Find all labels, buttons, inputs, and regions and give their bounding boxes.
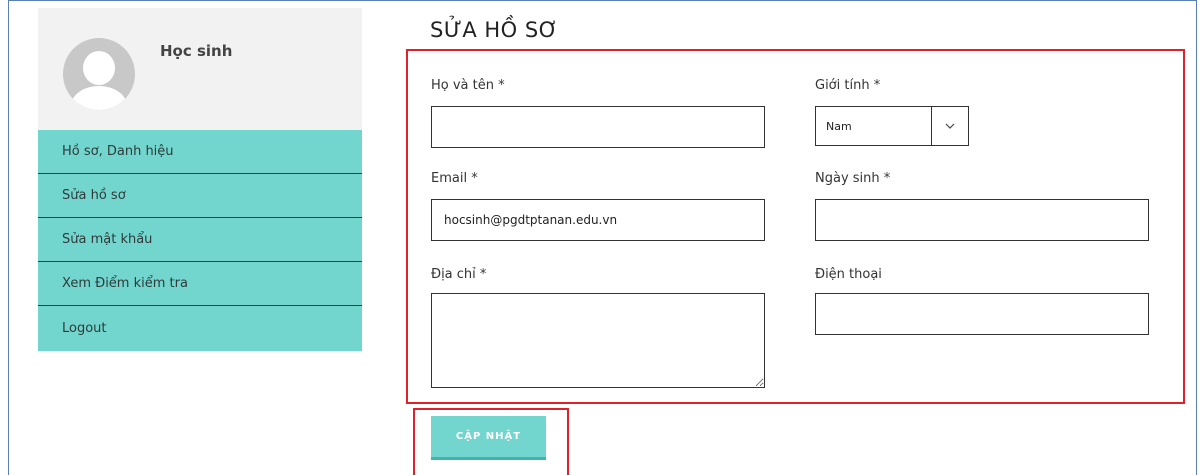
phone-input[interactable] (815, 293, 1149, 335)
chevron-down-icon[interactable] (931, 107, 968, 145)
update-button[interactable]: CẬP NHẬT (431, 416, 546, 460)
birthday-input[interactable] (815, 199, 1149, 241)
gender-selected-value: Nam (826, 119, 852, 133)
sidebar-item-profile-titles[interactable]: Hồ sơ, Danh hiệu (38, 130, 362, 174)
sidebar-item-view-scores[interactable]: Xem Điểm kiểm tra (38, 262, 362, 306)
user-role-name: Học sinh (160, 42, 233, 60)
address-label: Địa chỉ * (431, 267, 487, 282)
sidebar-item-change-password[interactable]: Sửa mật khẩu (38, 218, 362, 262)
gender-label: Giới tính * (815, 78, 881, 93)
sidebar-item-edit-profile[interactable]: Sửa hồ sơ (38, 174, 362, 218)
page-title: SỬA HỒ SƠ (430, 18, 559, 42)
email-input[interactable] (431, 199, 765, 241)
avatar (63, 38, 135, 110)
avatar-head-shape (83, 51, 115, 85)
address-textarea[interactable] (431, 293, 765, 388)
avatar-body-shape (71, 86, 127, 110)
sidebar-item-logout[interactable]: Logout (38, 306, 362, 351)
full-name-input[interactable] (431, 106, 765, 148)
email-label: Email * (431, 171, 478, 186)
profile-card: Học sinh (38, 8, 362, 130)
birthday-label: Ngày sinh * (815, 171, 891, 186)
sidebar: Học sinh Hồ sơ, Danh hiệu Sửa hồ sơ Sửa … (38, 8, 362, 351)
full-name-label: Họ và tên * (431, 78, 505, 93)
gender-select[interactable]: Nam (815, 106, 969, 146)
phone-label: Điện thoại (815, 267, 882, 282)
